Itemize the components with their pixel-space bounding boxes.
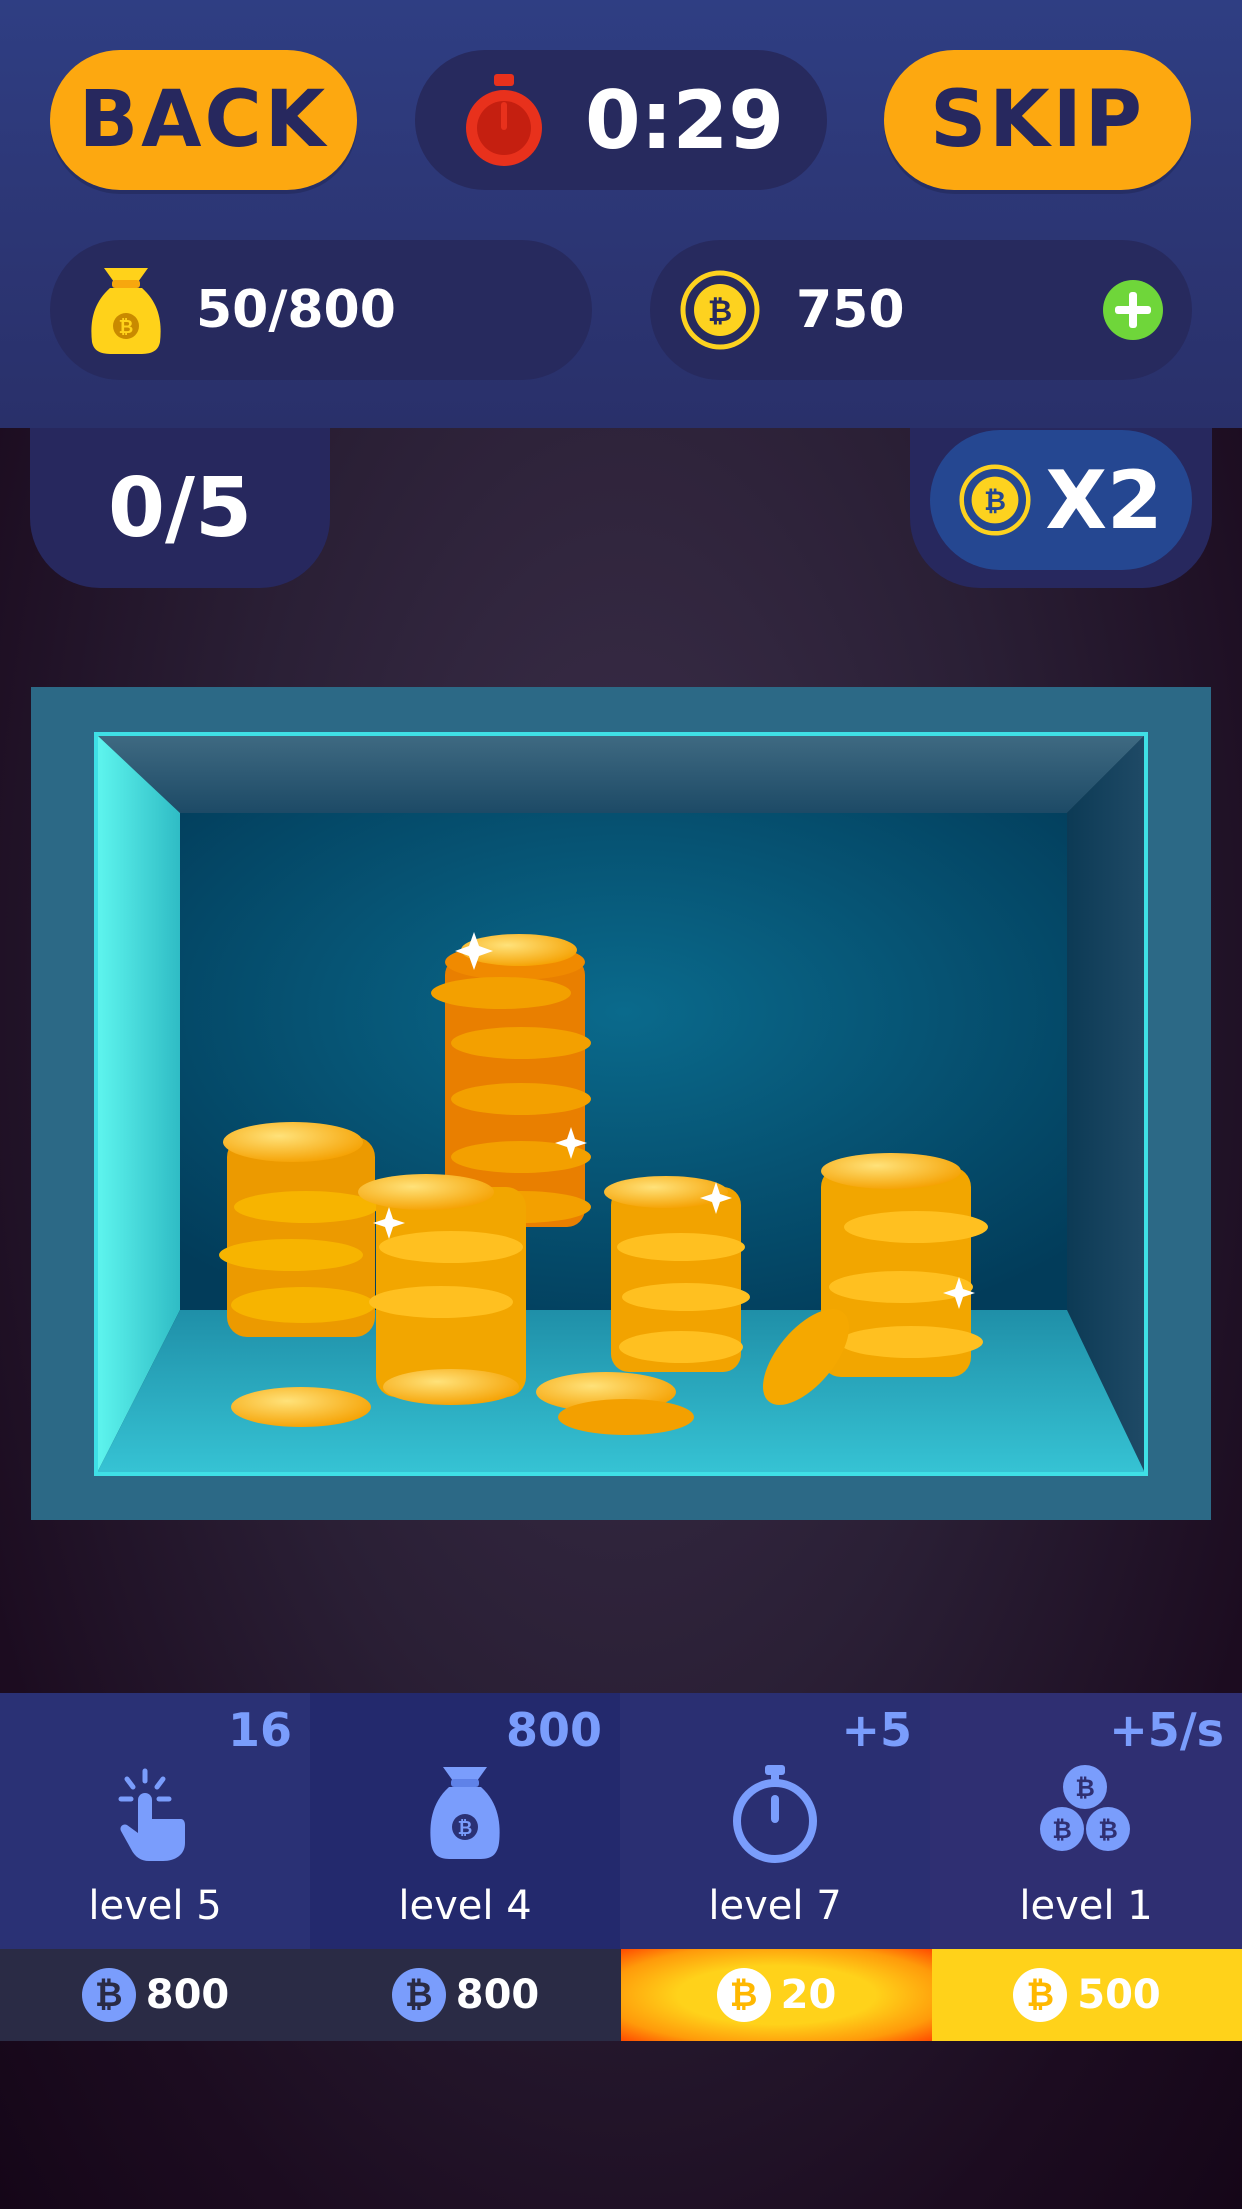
coin-count: 750 (796, 280, 905, 340)
upgrade-bag[interactable]: 800 ₿ level 4 (310, 1693, 620, 1949)
multiplier-button[interactable]: ₿ X2 (930, 430, 1192, 570)
money-bag-icon: ₿ (430, 1767, 500, 1859)
coin-balance: ₿ 750 (650, 240, 1192, 380)
tap-hand-icon (118, 1768, 185, 1861)
back-button[interactable]: BACK (50, 50, 357, 190)
bag-capacity: ₿ 50/800 (50, 240, 592, 380)
upgrade-value: +5 (841, 1703, 912, 1757)
bitcoin-coin-icon: ₿ (391, 1968, 446, 2022)
buy-button-bag[interactable]: ₿ 800 (310, 1949, 621, 2041)
upgrade-level: level 7 (708, 1883, 842, 1929)
svg-text:₿: ₿ (708, 294, 732, 329)
price-text: 500 (1077, 1972, 1161, 2018)
bitcoin-coin-icon: ₿ (716, 1968, 771, 2022)
upgrade-level: level 4 (398, 1883, 532, 1929)
vault-interior (94, 732, 1148, 1476)
svg-text:₿: ₿ (119, 317, 134, 338)
price-text: 800 (455, 1972, 540, 2018)
svg-text:₿: ₿ (984, 486, 1006, 517)
upgrade-level: level 5 (88, 1883, 222, 1929)
svg-text:₿: ₿ (1098, 1816, 1118, 1844)
bitcoin-coin-icon: ₿ (81, 1968, 136, 2022)
bitcoin-coin-icon: ₿ (959, 464, 1031, 536)
upgrade-value: 16 (227, 1703, 292, 1757)
upgrade-time[interactable]: +5 level 7 (620, 1693, 930, 1949)
upgrade-value: +5/s (1109, 1703, 1224, 1757)
bag-count: 50/800 (196, 280, 396, 340)
buy-button-tap[interactable]: ₿ 800 (0, 1949, 311, 2041)
upgrades-panel: 16 level 5 800 ₿ level 4 +5 level 7 +5/s… (0, 1693, 1242, 2041)
level-progress: 0/5 (30, 428, 330, 588)
svg-text:₿: ₿ (1075, 1774, 1095, 1802)
stopwatch-icon (733, 1765, 817, 1863)
upgrade-value: 800 (505, 1703, 602, 1757)
timer: 0:29 (415, 50, 827, 190)
multiplier-panel: ₿ X2 (910, 428, 1212, 588)
upgrade-tap[interactable]: 16 level 5 (0, 1693, 310, 1949)
add-coins-icon[interactable] (1102, 279, 1164, 341)
vault[interactable] (31, 687, 1211, 1520)
svg-text:₿: ₿ (458, 1818, 473, 1839)
price-text: 800 (145, 1972, 230, 2018)
stopwatch-icon (466, 74, 542, 166)
price-text: 20 (780, 1972, 837, 2018)
upgrade-income[interactable]: +5/s ₿ ₿ ₿ level 1 (930, 1693, 1242, 1949)
multiplier-text: X2 (1045, 453, 1163, 547)
bitcoin-coin-icon: ₿ (680, 270, 760, 350)
coin-stack-icon: ₿ ₿ ₿ (1040, 1765, 1130, 1851)
upgrade-level: level 1 (1019, 1883, 1153, 1929)
timer-text: 0:29 (585, 73, 784, 167)
skip-button[interactable]: SKIP (884, 50, 1191, 190)
svg-text:₿: ₿ (1052, 1816, 1072, 1844)
money-bag-icon: ₿ (91, 268, 161, 354)
buy-button-time[interactable]: ₿ 20 (621, 1949, 932, 2041)
buy-button-income[interactable]: ₿ 500 (932, 1949, 1242, 2041)
bitcoin-coin-icon: ₿ (1013, 1968, 1068, 2022)
